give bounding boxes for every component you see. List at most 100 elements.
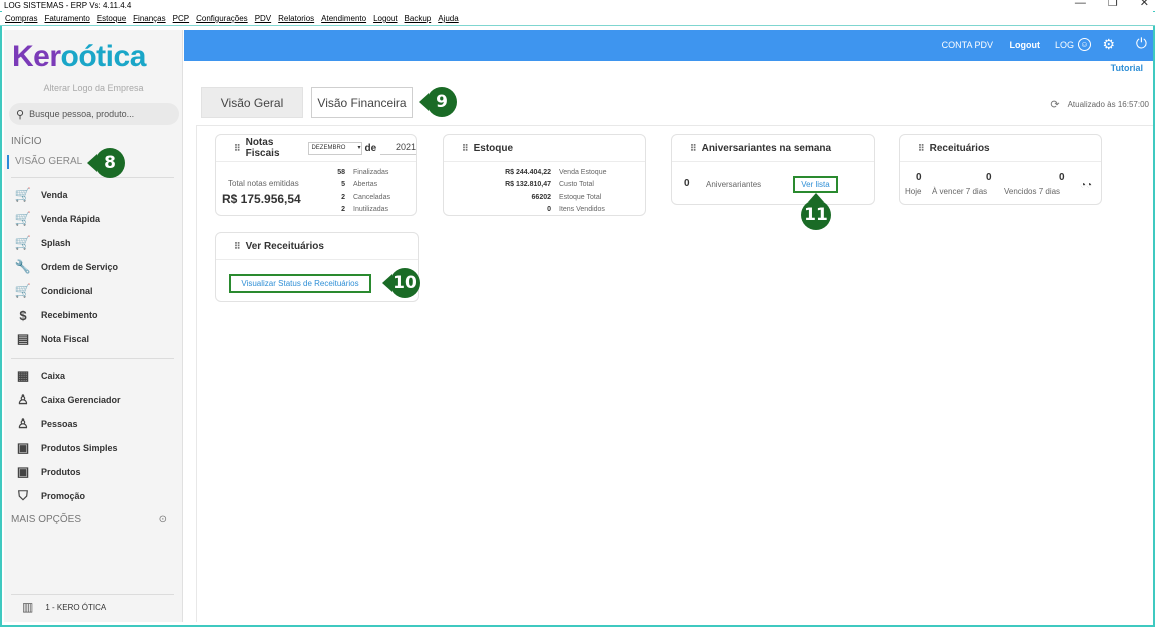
menu-faturamento[interactable]: Faturamento [44,12,89,25]
sidebar-item-promocao[interactable]: ⛉ Promoção [14,487,85,505]
sidebar-item-caixa-gerenciador[interactable]: ♙ Caixa Gerenciador [14,391,120,409]
rec-hoje-label: Hoje [905,187,922,196]
box-icon: ▣ [16,464,30,479]
conta-pdv-link[interactable]: CONTA PDV [942,40,993,50]
menu-compras[interactable]: Compras [5,12,37,25]
rec-vencer-value: 0 [986,172,992,183]
chevron-down-icon: ⊙ [158,514,167,525]
sidebar-item-ordem-servico[interactable]: 🔧 Ordem de Serviço [14,258,118,276]
stat-row: R$ 244.404,22 Venda Estoque [505,168,607,176]
card-aniversariantes: ⠿ Aniversariantes na semana 0 Aniversari… [671,134,875,205]
aniversariantes-label: Aniversariantes [706,180,762,189]
card-estoque: ⠿ Estoque R$ 244.404,22 Venda Estoque R$ … [443,134,646,216]
notas-stats: 58 Finalizadas 5 Abertas 2 Canceladas 2 Inut… [320,166,390,216]
card-header: ⠿ Aniversariantes na semana [672,135,874,162]
sidebar-item-produtos-simples[interactable]: ▣ Produtos Simples [14,439,118,457]
card-header: ⠿ Notas Fiscais DEZEMBRO ▾ de 2021 [216,135,416,162]
tutorial-link[interactable]: Tutorial [1111,63,1143,73]
refresh-icon[interactable]: ⟳ [1050,98,1059,111]
sidebar-item-venda-rapida[interactable]: 🛒 Venda Rápida [14,210,100,228]
menu-ajuda[interactable]: Ajuda [438,12,458,25]
people-icon: ♙ [17,416,29,431]
estoque-stats: R$ 244.404,22 Venda Estoque R$ 132.810,47… [480,166,607,216]
visualizar-receituarios-link[interactable]: Visualizar Status de Receituários [229,274,371,293]
card-header: ⠿ Estoque [444,135,645,162]
company-logo[interactable]: Keroótica [12,40,146,74]
stat-row: 5 Abertas [341,181,378,189]
top-bar: CONTA PDV Logout LOG ☺ ⚙ ⏻ [184,30,1153,61]
ver-lista-link[interactable]: Ver lista [793,176,838,193]
power-icon[interactable]: ⏻ [1136,35,1147,52]
menu-atendimento[interactable]: Atendimento [321,12,366,25]
close-button[interactable]: ✕ [1140,0,1149,9]
grip-icon[interactable]: ⠿ [234,241,241,252]
callout-9: 9 [419,87,457,117]
stat-row: 66202 Estoque Total [531,193,602,201]
company-selector[interactable]: ▥ 1 - KERO ÓTICA [22,600,106,614]
stat-row: 0 Itens Vendidos [547,206,605,214]
stat-row: R$ 132.810,47 Custo Total [505,181,594,189]
restore-button[interactable]: ❐ [1108,0,1118,9]
year-input[interactable]: 2021 [380,142,416,155]
menu-bar: Compras Faturamento Estoque Finanças PCP… [0,12,1155,26]
logout-link[interactable]: Logout [1010,40,1041,50]
sidebar-item-produtos[interactable]: ▣ Produtos [14,463,81,481]
month-select[interactable]: DEZEMBRO ▾ [308,141,363,155]
menu-backup[interactable]: Backup [405,12,432,25]
grip-icon[interactable]: ⠿ [690,143,697,154]
alter-logo-link[interactable]: Alterar Logo da Empresa [4,83,183,93]
sidebar-item-nota-fiscal[interactable]: ▤ Nota Fiscal [14,330,89,348]
callout-10: 10 [382,268,420,298]
cart-icon: 🛒 [14,187,32,202]
stat-row: 58 Finalizadas [337,168,389,176]
stat-row: 2 Canceladas [341,193,390,201]
menu-relatorios[interactable]: Relatorios [278,12,314,25]
minimize-button[interactable]: — [1075,0,1086,9]
tab-visao-geral[interactable]: Visão Geral [201,87,303,118]
gear-icon[interactable]: ⚙ [1102,36,1115,53]
menu-pdv[interactable]: PDV [255,12,271,25]
nfe-icon: ▤ [16,331,30,346]
cash-register-icon: ▦ [16,368,30,383]
glasses-icon[interactable]: ◔◔ [1080,180,1092,191]
menu-configuracoes[interactable]: Configurações [196,12,248,25]
sidebar-item-recebimento[interactable]: $ Recebimento [14,306,97,324]
last-updated: ⟳ Atualizado às 16:57:00 [1050,98,1149,111]
rec-vencidos-value: 0 [1059,172,1065,183]
menu-logout[interactable]: Logout [373,12,397,25]
search-input[interactable]: ⚲ Busque pessoa, produto... [9,103,179,125]
sidebar-item-pessoas[interactable]: ♙ Pessoas [14,415,77,433]
tab-visao-financeira[interactable]: Visão Financeira [311,87,413,118]
card-receituarios: ⠿ Receituários 0 Hoje 0 À vencer 7 dias … [899,134,1102,205]
cart-splash-icon: 🛒 [14,235,32,250]
callout-8: 8 [87,148,125,178]
card-header: ⠿ Receituários [900,135,1101,162]
grip-icon[interactable]: ⠿ [234,143,241,154]
rec-hoje-value: 0 [916,172,922,183]
wrench-icon: 🔧 [14,259,32,274]
search-icon: ⚲ [16,108,25,121]
mais-opcoes-toggle[interactable]: MAIS OPÇÕES ⊙ [11,514,167,525]
sidebar-item-condicional[interactable]: 🛒 Condicional [14,282,93,300]
sidebar-item-splash[interactable]: 🛒 Splash [14,234,71,252]
tag-icon: ⛉ [18,488,28,503]
total-notas-value: R$ 175.956,54 [222,192,301,206]
sidebar-divider [11,594,174,595]
menu-financas[interactable]: Finanças [133,12,165,25]
menu-pcp[interactable]: PCP [173,12,189,25]
grip-icon[interactable]: ⠿ [462,143,469,154]
content-divider [196,125,197,622]
window-controls: — ❐ ✕ [1075,0,1149,9]
grip-icon[interactable]: ⠿ [918,143,925,154]
total-notas-label: Total notas emitidas [228,179,299,188]
hand-money-icon: $ [19,307,27,323]
menu-estoque[interactable]: Estoque [97,12,126,25]
nav-inicio[interactable]: INÍCIO [11,136,42,147]
sidebar-divider [11,358,174,359]
rec-vencer-label: À vencer 7 dias [932,187,988,196]
window-title: LOG SISTEMAS - ERP Vs: 4.11.4.4 [4,1,132,10]
aniversariantes-count: 0 [684,178,690,189]
user-menu[interactable]: LOG ☺ [1055,38,1091,51]
sidebar-item-venda[interactable]: 🛒 Venda [14,186,68,204]
sidebar-item-caixa[interactable]: ▦ Caixa [14,367,65,385]
